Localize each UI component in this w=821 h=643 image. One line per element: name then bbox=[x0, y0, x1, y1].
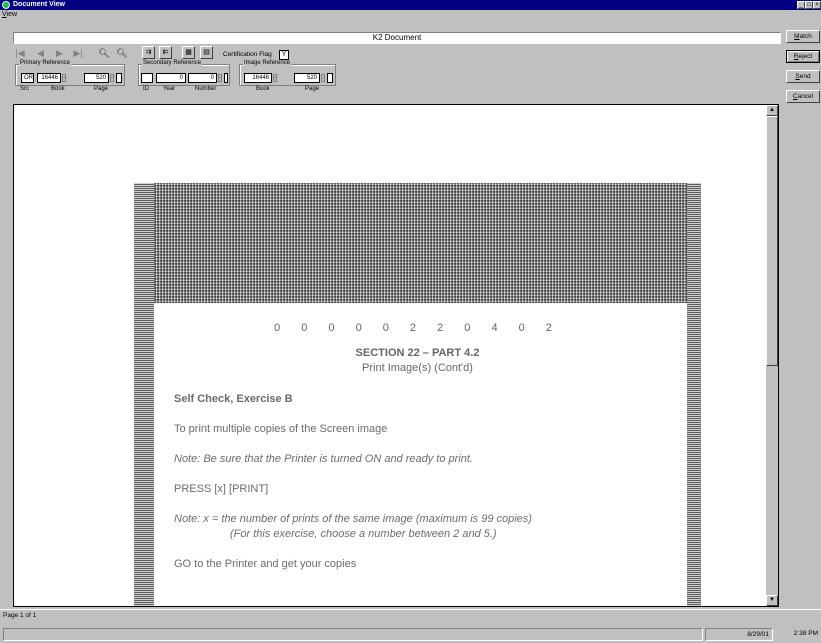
page-back-icon[interactable]: ⇇ bbox=[159, 46, 172, 59]
secondary-year-sublabel: Year bbox=[163, 86, 176, 92]
match-button[interactable]: Match bbox=[786, 30, 820, 43]
page-status-bar: Page 1 of 1 bbox=[0, 609, 821, 621]
image-reference-label: Image Reference bbox=[243, 60, 292, 67]
image-book-spin[interactable]: - bbox=[273, 74, 277, 82]
first-page-icon[interactable]: |◀ bbox=[15, 47, 25, 59]
scan-noise-right-edge bbox=[687, 183, 701, 606]
document-viewer[interactable]: 0 0 0 0 0 2 2 0 4 0 2 SECTION 22 – PART … bbox=[13, 104, 779, 607]
document-number: 0 0 0 0 0 2 2 0 4 0 2 bbox=[274, 322, 561, 334]
next-page-icon[interactable]: ▶ bbox=[55, 47, 64, 59]
note-line-2: Note: x = the number of prints of the sa… bbox=[174, 513, 532, 525]
title-bar: Document View _ □ × bbox=[0, 0, 821, 10]
image-book-field[interactable]: 16446 bbox=[244, 73, 272, 83]
page-info: Page 1 of 1 bbox=[3, 612, 37, 619]
image-page-suffix-field[interactable] bbox=[327, 73, 333, 83]
zoom-out-icon[interactable]: 🔍︎ bbox=[116, 47, 128, 59]
menu-view[interactable]: View bbox=[2, 10, 17, 20]
send-label: end bbox=[799, 73, 811, 80]
primary-book-spin[interactable]: - bbox=[62, 74, 66, 82]
reject-label: eject bbox=[798, 53, 813, 60]
secondary-id-field[interactable] bbox=[141, 73, 153, 83]
primary-page-suffix-field[interactable] bbox=[116, 73, 122, 83]
intro-line: To print multiple copies of the Screen i… bbox=[174, 423, 388, 435]
document-section-heading: SECTION 22 – PART 4.2 bbox=[355, 347, 480, 359]
secondary-id-sublabel: ID bbox=[143, 86, 149, 92]
primary-book-field[interactable]: 16446 bbox=[37, 73, 61, 83]
status-time: 2:38 PM bbox=[793, 630, 818, 637]
primary-reference-label: Primary Reference bbox=[19, 60, 72, 67]
scanned-page: 0 0 0 0 0 2 2 0 4 0 2 SECTION 22 – PART … bbox=[134, 183, 701, 606]
bottom-status-bar: 8/29/01 2:38 PM bbox=[0, 626, 821, 643]
status-panel-main bbox=[3, 628, 703, 641]
secondary-reference-label: Secondary Reference bbox=[142, 60, 203, 67]
secondary-number-spin[interactable]: - bbox=[218, 74, 222, 82]
primary-page-spin[interactable]: - bbox=[110, 74, 114, 82]
secondary-number-sublabel: Number bbox=[195, 86, 217, 92]
page-forward-icon[interactable]: ⇉ bbox=[142, 46, 155, 59]
image-page-spin[interactable]: - bbox=[321, 74, 325, 82]
menu-view-label: iew bbox=[6, 11, 18, 18]
secondary-number-field[interactable]: 0 bbox=[188, 73, 217, 83]
maximize-button[interactable]: □ bbox=[805, 1, 813, 9]
scan-noise-header bbox=[134, 183, 701, 303]
status-date: 8/29/01 bbox=[705, 628, 773, 641]
last-page-icon[interactable]: ▶| bbox=[72, 47, 84, 59]
zoom-in-icon[interactable]: 🔍︎ bbox=[98, 47, 110, 59]
self-check-heading: Self Check, Exercise B bbox=[174, 393, 293, 405]
note-line-2-cont: (For this exercise, choose a number betw… bbox=[230, 528, 497, 540]
image-page-field[interactable]: 520 bbox=[294, 73, 320, 83]
app-icon bbox=[2, 1, 10, 9]
close-button[interactable]: × bbox=[813, 1, 821, 9]
fit-page-icon[interactable]: ▦ bbox=[182, 46, 195, 59]
image-page-sublabel: Page bbox=[305, 86, 320, 92]
certification-flag-field[interactable]: Y bbox=[279, 50, 289, 60]
secondary-year-field[interactable]: 0 bbox=[156, 73, 186, 83]
scan-noise-left-edge bbox=[134, 183, 154, 606]
cancel-label: ancel bbox=[797, 93, 814, 100]
send-button[interactable]: Send bbox=[786, 70, 820, 83]
primary-book-sublabel: Book bbox=[51, 86, 65, 92]
scroll-down-icon[interactable]: ▼ bbox=[766, 595, 778, 606]
primary-page-field[interactable]: 520 bbox=[84, 73, 109, 83]
scroll-up-icon[interactable]: ▲ bbox=[766, 105, 778, 116]
scrollbar-thumb[interactable] bbox=[766, 116, 778, 366]
menu-bar: View bbox=[0, 10, 821, 20]
primary-src-sublabel: Src bbox=[20, 86, 29, 92]
goto-line: GO to the Printer and get your copies bbox=[174, 558, 357, 570]
primary-src-field[interactable]: OR bbox=[21, 73, 34, 83]
primary-page-sublabel: Page bbox=[94, 86, 109, 92]
print-icon[interactable]: ▤ bbox=[200, 46, 213, 59]
secondary-suffix-field[interactable] bbox=[224, 73, 228, 83]
previous-page-icon[interactable]: ◀ bbox=[36, 47, 45, 59]
reject-button[interactable]: Reject bbox=[786, 50, 820, 63]
note-line-1: Note: Be sure that the Printer is turned… bbox=[174, 453, 473, 465]
press-line: PRESS [x] [PRINT] bbox=[174, 483, 269, 495]
document-title-field: K2 Document bbox=[13, 32, 781, 44]
vertical-scrollbar[interactable]: ▲ ▼ bbox=[766, 105, 778, 606]
certification-flag-label: Certification Flag bbox=[223, 51, 272, 58]
window-title: Document View bbox=[13, 1, 65, 8]
match-label: atch bbox=[799, 33, 812, 40]
document-subtitle: Print Image(s) (Cont'd) bbox=[362, 362, 473, 374]
cancel-button[interactable]: Cancel bbox=[786, 90, 820, 103]
minimize-button[interactable]: _ bbox=[797, 1, 805, 9]
image-book-sublabel: Book bbox=[256, 86, 270, 92]
